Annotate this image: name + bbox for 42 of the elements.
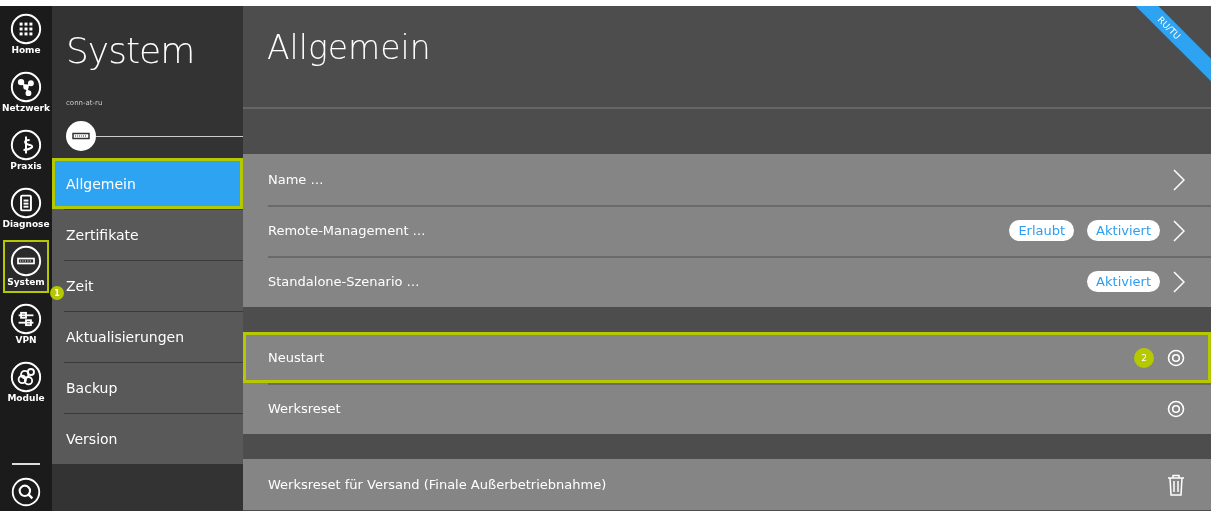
menu-item[interactable]: Backup bbox=[52, 362, 243, 413]
settings-row[interactable]: Standalone-Szenario … Aktiviert bbox=[243, 256, 1211, 307]
rail-nav-item[interactable]: VPN bbox=[3, 298, 49, 351]
grid-icon bbox=[10, 13, 42, 45]
settings-row[interactable]: Werksreset für Versand (Finale Außerbetriebnahme) bbox=[243, 459, 1211, 510]
row-label: Name … bbox=[268, 172, 325, 187]
vpn-icon bbox=[10, 303, 42, 335]
settings-row[interactable]: Name … bbox=[243, 154, 1211, 205]
rail-nav-item[interactable]: Module bbox=[3, 356, 49, 409]
step-marker: 2 bbox=[1134, 347, 1154, 368]
section-title: System bbox=[66, 30, 196, 71]
row-label: Standalone-Szenario … bbox=[268, 274, 421, 289]
search-icon[interactable] bbox=[11, 477, 41, 507]
modules-icon bbox=[10, 361, 42, 393]
settings-row[interactable]: Neustart 2 bbox=[243, 332, 1211, 383]
device-icon bbox=[10, 245, 42, 277]
rail-nav-item[interactable]: Home bbox=[3, 8, 49, 61]
target-icon bbox=[1167, 348, 1185, 367]
settings-row[interactable]: Remote-Management … Erlaubt Aktiviert bbox=[243, 205, 1211, 256]
status-badge: Erlaubt bbox=[1009, 220, 1075, 241]
chevron-right-icon bbox=[1173, 219, 1185, 242]
chevron-right-icon bbox=[1173, 168, 1185, 191]
clipboard-icon bbox=[10, 187, 42, 219]
target-icon bbox=[1167, 399, 1185, 418]
rail-nav-item[interactable]: Netzwerk bbox=[3, 66, 49, 119]
rail-nav-item[interactable]: Diagnose bbox=[3, 182, 49, 235]
trash-icon bbox=[1167, 473, 1185, 496]
row-label: Werksreset für Versand (Finale Außerbetriebnahme) bbox=[268, 477, 608, 492]
menu-item[interactable]: Version bbox=[52, 413, 243, 464]
chevron-right-icon bbox=[1173, 270, 1185, 293]
settings-row[interactable]: Werksreset bbox=[243, 383, 1211, 434]
caduceus-icon bbox=[10, 129, 42, 161]
status-badge: Aktiviert bbox=[1087, 220, 1160, 241]
menu-item[interactable]: Aktualisierungen bbox=[52, 311, 243, 362]
network-icon bbox=[10, 71, 42, 103]
rail-nav-item[interactable]: Praxis bbox=[3, 124, 49, 177]
row-label: Remote-Management … bbox=[268, 223, 427, 238]
status-badge: Aktiviert bbox=[1087, 271, 1160, 292]
row-label: Neustart bbox=[268, 350, 326, 365]
step-marker: 1 bbox=[50, 286, 64, 300]
device-icon bbox=[66, 121, 96, 151]
row-label: Werksreset bbox=[268, 401, 342, 416]
